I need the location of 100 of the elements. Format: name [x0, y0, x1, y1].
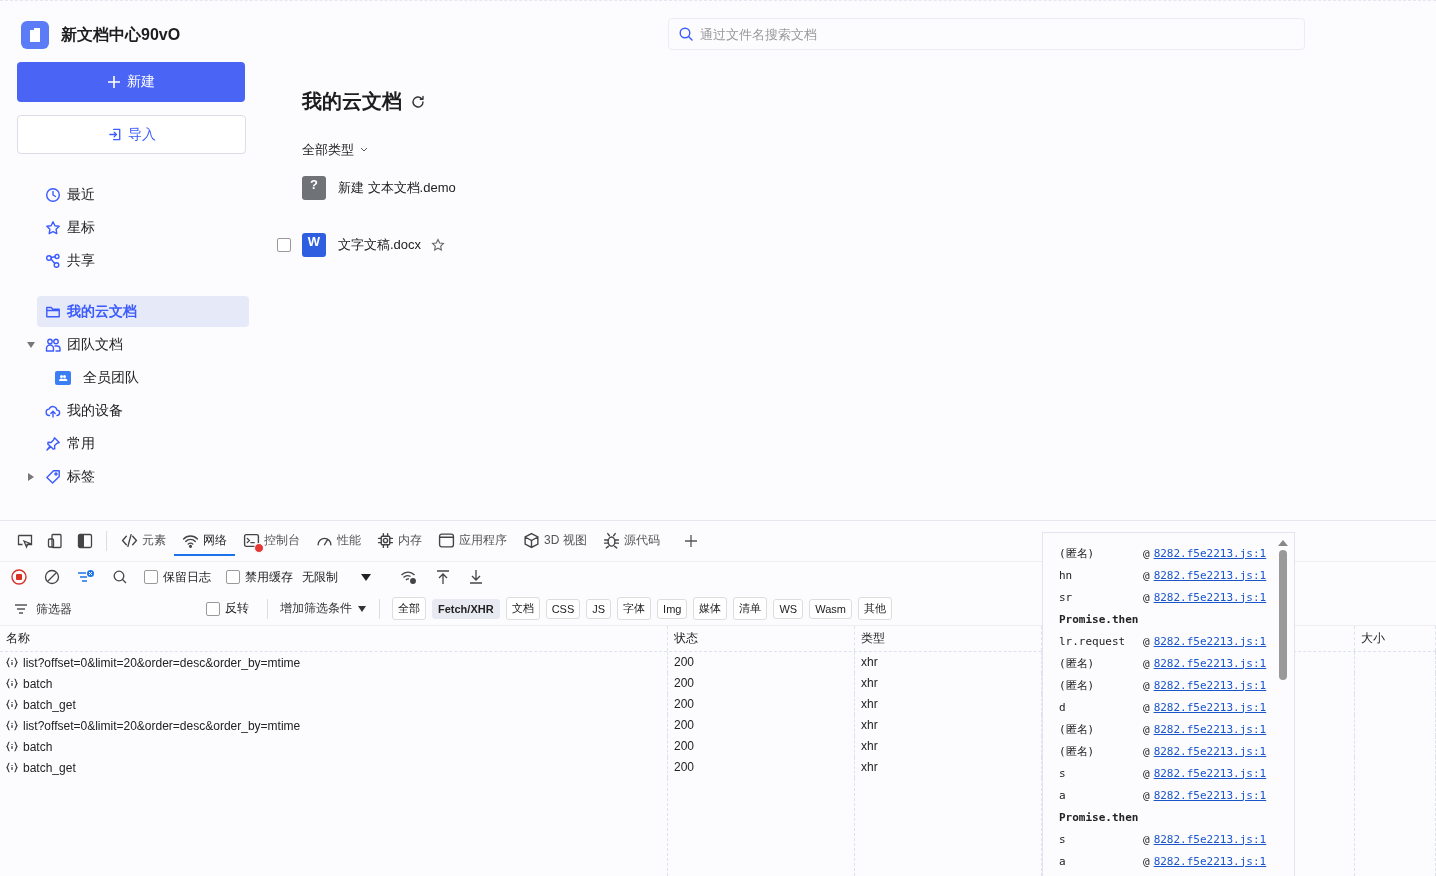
expanded-caret-icon[interactable] — [27, 340, 37, 349]
devtools-tab[interactable]: 源代码 — [594, 526, 668, 556]
type-filter-chip[interactable]: WS — [773, 598, 804, 619]
source-link[interactable]: 8282.f5e2213.js:1 — [1153, 568, 1267, 582]
function-name: s — [1059, 766, 1067, 780]
function-name: (匿名) — [1059, 677, 1096, 693]
cube-icon — [523, 531, 540, 549]
column-header[interactable]: 名称 — [0, 626, 668, 651]
type-filter-chip[interactable]: 清单 — [733, 597, 768, 620]
type-filter-dropdown[interactable]: 全部类型 — [302, 141, 368, 159]
file-checkbox[interactable] — [277, 237, 291, 252]
function-name: (匿名) — [1059, 655, 1096, 671]
function-name: d — [1059, 700, 1067, 714]
source-link[interactable]: 8282.f5e2213.js:1 — [1153, 832, 1267, 846]
scroll-up-icon[interactable] — [1278, 539, 1288, 546]
import-icon — [107, 127, 123, 142]
source-link[interactable]: 8282.f5e2213.js:1 — [1153, 546, 1267, 560]
checkbox[interactable] — [206, 601, 220, 616]
type-filter-chip[interactable]: Fetch/XHR — [432, 598, 500, 619]
devtools-tab[interactable]: 内存 — [369, 526, 430, 556]
column-header[interactable]: 状态 — [668, 626, 855, 651]
at-sign: @ — [1143, 568, 1150, 582]
filter-icon — [14, 602, 28, 615]
source-link[interactable]: 8282.f5e2213.js:1 — [1153, 722, 1267, 736]
devtools-tab[interactable]: 元素 — [113, 526, 174, 556]
request-name-cell[interactable]: batch — [0, 736, 668, 757]
xhr-icon — [6, 657, 18, 668]
throttling-dropdown[interactable]: 无限制 — [302, 568, 372, 586]
more-filters-dropdown[interactable]: 增加筛选条件 — [280, 600, 367, 617]
type-filter-chip[interactable]: 媒体 — [693, 597, 728, 620]
source-link[interactable]: 8282.f5e2213.js:1 — [1153, 766, 1267, 780]
bug-icon — [602, 531, 620, 549]
at-sign: @ — [1143, 546, 1150, 560]
type-filter-chip[interactable]: Wasm — [809, 598, 852, 619]
function-name: lr.request — [1059, 634, 1127, 648]
async-boundary-label: Promise.then — [1059, 612, 1139, 626]
sidebar-item[interactable]: 星标 — [37, 212, 249, 243]
devtools-tab[interactable]: 3D 视图 — [515, 526, 595, 556]
source-link[interactable]: 8282.f5e2213.js:1 — [1153, 656, 1267, 670]
star-icon — [45, 219, 61, 236]
request-name-cell[interactable]: batch_get — [0, 694, 668, 715]
checkbox[interactable] — [144, 570, 158, 584]
request-name-cell[interactable]: list?offset=0&limit=20&order=desc&order_by=mtime — [0, 652, 668, 673]
column-header[interactable]: 大小 — [1355, 626, 1436, 651]
sidebar-item[interactable]: 最近 — [37, 179, 249, 210]
file-name[interactable]: 新建 文本文档.demo — [338, 178, 456, 197]
request-name-cell[interactable]: list?offset=0&limit=20&order=desc&order_by=mtime — [0, 715, 668, 736]
sidebar-item[interactable]: 我的设备 — [37, 395, 249, 426]
search-field[interactable]: 通过文件名搜索文档 — [668, 18, 1305, 50]
share-icon — [45, 252, 61, 269]
sidebar-item[interactable]: 标签 — [37, 461, 249, 492]
type-filter-chip[interactable]: JS — [586, 598, 612, 619]
source-link[interactable]: 8282.f5e2213.js:1 — [1153, 700, 1267, 714]
type-filter-chip[interactable]: 其他 — [857, 597, 892, 620]
at-sign: @ — [1143, 788, 1150, 802]
xhr-icon — [6, 678, 18, 689]
table-cell: 200 — [668, 652, 855, 673]
sidebar-item[interactable]: 我的云文档 — [37, 296, 249, 327]
xhr-icon — [6, 699, 18, 710]
table-cell: 200 — [668, 694, 855, 715]
sidebar-item[interactable]: 共享 — [37, 245, 249, 276]
checkbox[interactable] — [226, 570, 240, 584]
at-sign: @ — [1143, 590, 1150, 604]
devtools-tab[interactable]: 性能 — [308, 526, 369, 556]
checkbox-label: 保留日志 — [163, 568, 211, 586]
word-file-icon: W — [302, 232, 326, 257]
file-name[interactable]: 文字文稿.docx — [338, 235, 422, 254]
source-link[interactable]: 8282.f5e2213.js:1 — [1153, 634, 1267, 648]
source-link[interactable]: 8282.f5e2213.js:1 — [1153, 744, 1267, 758]
at-sign: @ — [1143, 766, 1150, 780]
devtools-tab[interactable]: 应用程序 — [430, 526, 515, 556]
type-filter-chip[interactable]: CSS — [545, 598, 581, 619]
request-name-cell[interactable]: batch — [0, 673, 668, 694]
devtools-tab[interactable]: 网络 — [174, 526, 235, 556]
function-name: hn — [1059, 568, 1074, 582]
type-filter-chip[interactable]: Img — [657, 598, 688, 619]
at-sign: @ — [1143, 832, 1150, 846]
request-name-cell[interactable]: batch_get — [0, 757, 668, 778]
source-link[interactable]: 8282.f5e2213.js:1 — [1153, 854, 1267, 868]
sidebar-item[interactable]: 常用 — [37, 428, 249, 459]
function-name: a — [1059, 788, 1067, 802]
import-button[interactable]: 导入 — [17, 115, 246, 154]
function-name: (匿名) — [1059, 743, 1096, 759]
source-link[interactable]: 8282.f5e2213.js:1 — [1153, 590, 1267, 604]
caret-icon — [358, 604, 367, 613]
table-cell: 200 — [668, 673, 855, 694]
type-filter-chip[interactable]: 文档 — [505, 597, 540, 620]
source-link[interactable]: 8282.f5e2213.js:1 — [1153, 678, 1267, 692]
devtools-tab[interactable]: 控制台 — [235, 526, 308, 556]
async-boundary-label: Promise.then — [1059, 810, 1139, 824]
scrollbar-thumb[interactable] — [1279, 550, 1287, 680]
sidebar-item[interactable]: 团队文档 — [37, 329, 249, 360]
type-filter-chip[interactable]: 字体 — [617, 597, 652, 620]
star-icon[interactable] — [431, 237, 446, 252]
checkbox-label: 禁用缓存 — [245, 568, 293, 586]
new-button[interactable]: 新建 — [17, 62, 245, 102]
sidebar-item[interactable]: 全员团队 — [47, 362, 225, 393]
source-link[interactable]: 8282.f5e2213.js:1 — [1153, 788, 1267, 802]
type-filter-chip[interactable]: 全部 — [392, 597, 426, 620]
filter-field[interactable]: 筛选器 — [34, 600, 178, 617]
